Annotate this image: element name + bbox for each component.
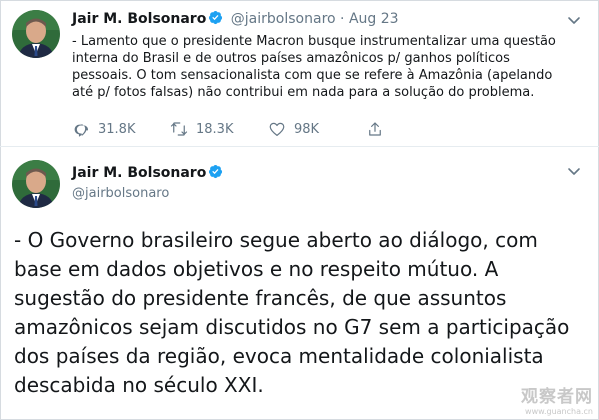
tweet-actions: 31.8K 18.3K 98K — [72, 120, 392, 138]
watermark: 观察者网 www.guancha.cn — [521, 382, 593, 416]
tweet-text-line: - O Governo brasileiro segue aberto ao d… — [14, 228, 538, 252]
verified-badge-icon — [209, 164, 223, 179]
tweet-date[interactable]: Aug 23 — [349, 11, 399, 27]
avatar[interactable] — [12, 10, 60, 58]
tweet-text-line: amazônicos sejam discutidos no G7 sem a … — [14, 315, 570, 339]
tweet-2-header: Jair M. Bolsonaro — [72, 164, 226, 181]
tweet-2-text: - O Governo brasileiro segue aberto ao d… — [14, 226, 594, 400]
watermark-title: 观察者网 — [521, 387, 593, 407]
tweet-1-header: Jair M. Bolsonaro @jairbolsonaro · Aug 2… — [72, 10, 399, 27]
retweet-button[interactable]: 18.3K — [170, 120, 233, 138]
separator-dot: · — [340, 11, 345, 27]
author-handle[interactable]: @jairbolsonaro — [72, 186, 169, 201]
like-button[interactable]: 98K — [268, 120, 319, 138]
author-name[interactable]: Jair M. Bolsonaro — [72, 165, 206, 181]
chevron-down-icon[interactable] — [566, 163, 582, 179]
author-handle[interactable]: @jairbolsonaro — [231, 11, 336, 27]
tweet-text-line: até p/ fotos falsas) não contribui em na… — [72, 85, 535, 100]
reply-button[interactable]: 31.8K — [72, 120, 135, 138]
tweet-text-line: descabida no século XXI. — [14, 373, 264, 397]
tweet-text-line: pessoais. O tom sensacionalista com que … — [72, 68, 553, 83]
retweet-icon — [170, 122, 188, 136]
tweet-1-text: - Lamento que o presidente Macron busque… — [72, 33, 582, 101]
avatar[interactable] — [12, 160, 60, 208]
retweet-count: 18.3K — [196, 121, 234, 137]
tweet-text-line: base em dados objetivos e no respeito mú… — [14, 257, 499, 281]
tweet-text-line: - Lamento que o presidente Macron busque… — [72, 34, 556, 49]
author-name[interactable]: Jair M. Bolsonaro — [72, 11, 206, 27]
tweet-text-line: sugestão do presidente francês, de que a… — [14, 286, 507, 310]
verified-badge-icon — [209, 10, 223, 25]
share-icon — [369, 122, 381, 136]
heart-icon — [269, 122, 285, 136]
tweet-text-line: interna do Brasil e de outros países ama… — [72, 51, 510, 66]
reply-count: 31.8K — [98, 121, 136, 137]
share-button[interactable] — [366, 120, 392, 138]
like-count: 98K — [294, 121, 320, 137]
reply-icon — [74, 123, 88, 137]
chevron-down-icon[interactable] — [566, 12, 582, 28]
tweet-1[interactable]: Jair M. Bolsonaro @jairbolsonaro · Aug 2… — [0, 0, 599, 147]
tweet-text-line: dos países da região, evoca mentalidade … — [14, 344, 544, 368]
watermark-url: www.guancha.cn — [525, 407, 593, 416]
